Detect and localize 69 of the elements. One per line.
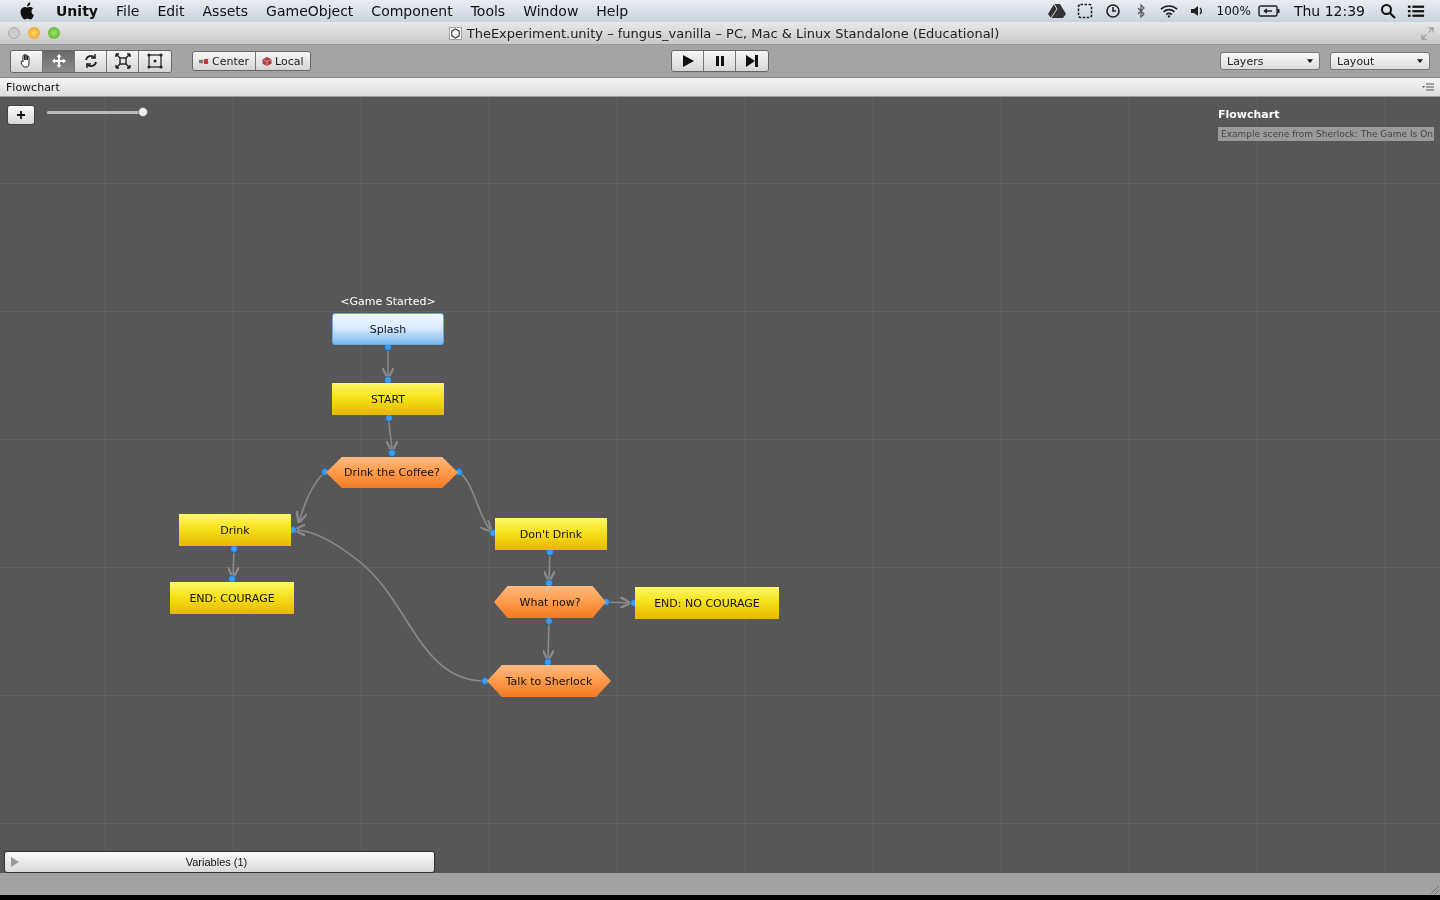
caret-icon [1307, 59, 1313, 63]
flowchart-block[interactable]: Splash [332, 313, 444, 345]
step-icon [745, 54, 759, 68]
step-button[interactable] [736, 51, 768, 71]
panel-menu-icon[interactable] [1422, 83, 1434, 91]
connector-arrow [385, 414, 399, 457]
expand-triangle-icon[interactable] [11, 857, 19, 867]
menu-item[interactable]: GameObject [257, 3, 363, 19]
pause-button[interactable] [704, 51, 736, 71]
menu-item[interactable]: Tools [461, 3, 515, 19]
resize-grip-icon[interactable] [1428, 883, 1440, 895]
flowchart-block[interactable]: Drink the Coffee? [326, 457, 458, 488]
space-button[interactable]: Local [256, 52, 310, 70]
connector-arrow [381, 343, 395, 384]
menu-item[interactable]: Help [587, 3, 638, 19]
battery-percentage: 100% [1215, 4, 1252, 18]
variables-bar[interactable]: Variables (1) [4, 851, 435, 873]
plus-icon [16, 110, 26, 120]
flowchart-block[interactable]: END: COURAGE [170, 582, 294, 614]
menu-item[interactable]: Window [514, 3, 588, 19]
flowchart-description: Example scene from Sherlock: The Game Is On [1218, 127, 1434, 141]
flowchart-block[interactable]: END: NO COURAGE [635, 587, 779, 619]
connector-arrow [542, 548, 557, 587]
rect-tool-icon [147, 53, 163, 69]
rect-tool-button[interactable] [139, 50, 171, 72]
flowchart-name: Flowchart [1218, 108, 1281, 121]
unity-document-icon [448, 26, 462, 40]
hand-tool-button[interactable] [11, 50, 43, 72]
connector-arrow [541, 617, 555, 666]
caret-icon [1417, 59, 1423, 63]
menu-item[interactable]: Edit [148, 3, 194, 19]
selection-icon[interactable] [1075, 3, 1094, 19]
menu-item[interactable]: File [106, 3, 149, 19]
drive-icon[interactable] [1047, 3, 1066, 19]
flowchart-block[interactable]: Talk to Sherlock [487, 665, 611, 697]
cube-icon [262, 56, 273, 66]
slider-thumb[interactable] [138, 107, 148, 117]
play-icon [680, 54, 695, 68]
flowchart-block[interactable]: What now? [494, 586, 606, 618]
move-arrows-icon [50, 53, 67, 69]
move-tool-button[interactable] [43, 50, 75, 72]
clock-icon[interactable] [1103, 3, 1122, 19]
rotate-icon [82, 53, 99, 69]
layout-dropdown[interactable]: Layout [1330, 52, 1430, 70]
flowchart-block[interactable]: Drink [179, 514, 291, 546]
search-icon[interactable] [1379, 3, 1397, 19]
connector-arrow [226, 545, 241, 583]
menu-clock[interactable]: Thu 12:39 [1284, 3, 1374, 19]
menu-item[interactable]: Unity [47, 3, 107, 19]
variables-label: Variables (1) [184, 856, 249, 868]
scale-tool-button[interactable] [107, 50, 139, 72]
pivot-button[interactable]: Center [193, 52, 257, 70]
menu-item[interactable]: Assets [193, 3, 258, 19]
battery-icon[interactable] [1257, 3, 1280, 19]
panel-tab[interactable]: Flowchart [6, 80, 60, 94]
scale-icon [114, 53, 131, 69]
add-block-button[interactable] [7, 105, 35, 125]
window-title: TheExperiment.unity – fungus_vanilla – PC, Mac & Linux Standalone (Educational) [466, 25, 1000, 41]
play-button[interactable] [672, 51, 704, 71]
wifi-icon[interactable] [1159, 3, 1178, 19]
menu-item[interactable]: Component [362, 3, 462, 19]
list-icon[interactable] [1407, 3, 1425, 19]
apple-logo-icon[interactable] [18, 2, 35, 20]
flowchart-block[interactable]: Don't Drink [495, 518, 607, 550]
pivot-icon [199, 56, 209, 66]
event-label: <Game Started> [339, 295, 437, 308]
flowchart-block[interactable]: START [332, 383, 444, 415]
rotate-tool-button[interactable] [75, 50, 107, 72]
layers-dropdown[interactable]: Layers [1220, 52, 1320, 70]
